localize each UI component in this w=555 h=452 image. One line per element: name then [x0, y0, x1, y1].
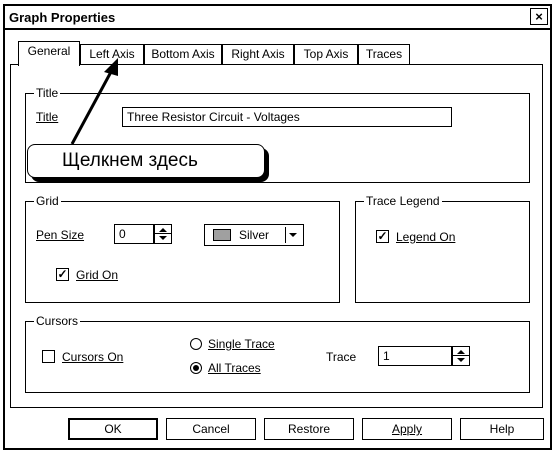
- tab-label: Right Axis: [231, 47, 285, 61]
- cancel-button[interactable]: Cancel: [166, 418, 256, 440]
- check-icon: ✓: [57, 267, 68, 281]
- single-trace-label: Single Trace: [208, 337, 275, 351]
- trace-label: Trace: [326, 350, 357, 364]
- general-tab-panel: Title Title Three Resistor Circuit - Vol…: [10, 64, 543, 408]
- legend-on-checkbox[interactable]: ✓: [376, 230, 389, 243]
- tab-label: Left Axis: [89, 47, 135, 61]
- tab-left-axis[interactable]: Left Axis: [80, 44, 144, 64]
- legend-on-label: Legend On: [396, 230, 456, 244]
- chevron-up-icon: [159, 228, 167, 232]
- tab-label: Top Axis: [303, 47, 349, 61]
- chevron-down-icon: [159, 236, 167, 240]
- check-icon: ✓: [377, 229, 388, 243]
- stepper-up[interactable]: [155, 225, 171, 234]
- annotation-text: Щелкнем здесь: [62, 150, 198, 171]
- pen-size-stepper[interactable]: [154, 224, 172, 244]
- tab-label: General: [27, 44, 71, 58]
- chevron-up-icon: [457, 350, 465, 354]
- group-label: Trace Legend: [364, 194, 442, 208]
- stepper-down[interactable]: [453, 356, 469, 365]
- group-label: Cursors: [34, 314, 81, 328]
- tab-label: Traces: [365, 47, 403, 61]
- cursors-on-checkbox[interactable]: [42, 350, 55, 363]
- stepper-down[interactable]: [155, 234, 171, 243]
- tab-bottom-axis[interactable]: Bottom Axis: [144, 44, 222, 64]
- grid-color-value: Silver: [239, 228, 270, 242]
- single-trace-radio[interactable]: [190, 338, 202, 350]
- trace-input[interactable]: 1: [378, 346, 452, 366]
- cursors-group: Cursors Cursors On Single Trace All Trac…: [25, 314, 530, 393]
- tab-label: Bottom Axis: [151, 47, 215, 61]
- title-bar[interactable]: Graph Properties ×: [5, 6, 550, 30]
- tab-general[interactable]: General: [18, 41, 80, 66]
- help-button[interactable]: Help: [460, 418, 544, 440]
- ok-button[interactable]: OK: [68, 418, 158, 440]
- all-traces-label: All Traces: [208, 361, 261, 375]
- tab-top-axis[interactable]: Top Axis: [294, 44, 358, 64]
- chevron-down-icon: [457, 358, 465, 362]
- grid-group: Grid Pen Size 0 Silver ✓ Grid On: [25, 194, 340, 303]
- title-input[interactable]: Three Resistor Circuit - Voltages: [122, 107, 452, 127]
- tab-traces[interactable]: Traces: [358, 44, 410, 64]
- chevron-down-icon: [289, 233, 297, 237]
- window-title: Graph Properties: [9, 10, 116, 25]
- color-swatch: [213, 229, 231, 241]
- group-label: Grid: [34, 194, 61, 208]
- grid-color-select[interactable]: Silver: [204, 224, 304, 246]
- grid-on-label: Grid On: [76, 268, 119, 282]
- pen-size-input[interactable]: 0: [114, 224, 154, 244]
- cursors-on-label: Cursors On: [62, 350, 124, 364]
- trace-stepper[interactable]: [452, 346, 470, 366]
- radio-selected-icon: [193, 365, 199, 371]
- dropdown-button[interactable]: [285, 227, 301, 243]
- close-icon: ×: [535, 9, 543, 24]
- title-field-label: Title: [36, 110, 59, 124]
- close-button[interactable]: ×: [530, 8, 548, 25]
- restore-button[interactable]: Restore: [264, 418, 354, 440]
- stepper-up[interactable]: [453, 347, 469, 356]
- tab-right-axis[interactable]: Right Axis: [222, 44, 294, 64]
- grid-on-checkbox[interactable]: ✓: [56, 268, 69, 281]
- pen-size-label: Pen Size: [36, 228, 85, 242]
- trace-legend-group: Trace Legend ✓ Legend On: [355, 194, 530, 303]
- annotation-callout: Щелкнем здесь: [27, 144, 265, 178]
- group-label: Title: [34, 86, 61, 100]
- apply-button[interactable]: Apply: [362, 418, 452, 440]
- all-traces-radio[interactable]: [190, 362, 202, 374]
